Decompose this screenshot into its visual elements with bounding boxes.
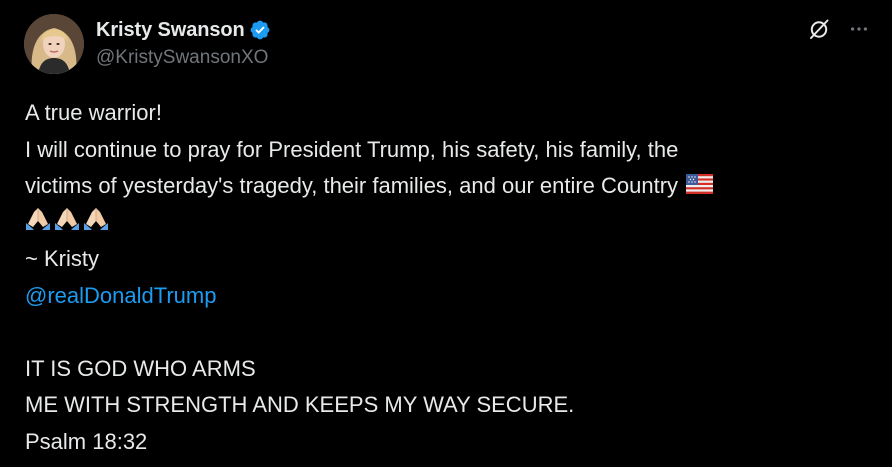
tweet-line: victims of yesterday's tragedy, their fa… xyxy=(25,168,875,205)
tweet-line-text: victims of yesterday's tragedy, their fa… xyxy=(25,173,679,198)
tweet-line: Psalm 18:32 xyxy=(25,428,148,454)
tweet-card: Kristy Swanson @KristySwansonXO A true w… xyxy=(0,0,892,467)
profile-photo-icon xyxy=(24,14,84,74)
folded-hands-icon xyxy=(25,204,51,242)
prayer-emoji-row xyxy=(25,205,875,242)
tweet-text: A true warrior! I will continue to pray … xyxy=(25,95,875,460)
tweet-line: ~ Kristy xyxy=(25,246,99,271)
avatar[interactable] xyxy=(24,14,84,74)
tweet-line: IT IS GOD WHO ARMS xyxy=(25,355,256,381)
tweet-line: I will continue to pray for President Tr… xyxy=(25,136,679,162)
author-handle[interactable]: @KristySwansonXO xyxy=(96,47,268,69)
tweet-line: ME WITH STRENGTH AND KEEPS MY WAY SECURE… xyxy=(25,392,575,417)
slashed-circle-icon[interactable] xyxy=(806,16,832,42)
verified-badge-icon[interactable] xyxy=(249,19,271,41)
author-display-name[interactable]: Kristy Swanson xyxy=(96,19,245,42)
tweet-line: A true warrior! xyxy=(25,100,162,125)
mention-link[interactable]: @realDonaldTrump xyxy=(25,283,216,308)
folded-hands-icon xyxy=(83,204,109,242)
folded-hands-icon xyxy=(54,204,80,242)
us-flag-icon xyxy=(686,169,714,206)
tweet-line: @realDonaldTrump xyxy=(25,278,875,315)
author-name-row: Kristy Swanson xyxy=(96,17,271,43)
more-dots-icon[interactable] xyxy=(846,16,872,42)
tweet-top-actions xyxy=(806,16,872,42)
